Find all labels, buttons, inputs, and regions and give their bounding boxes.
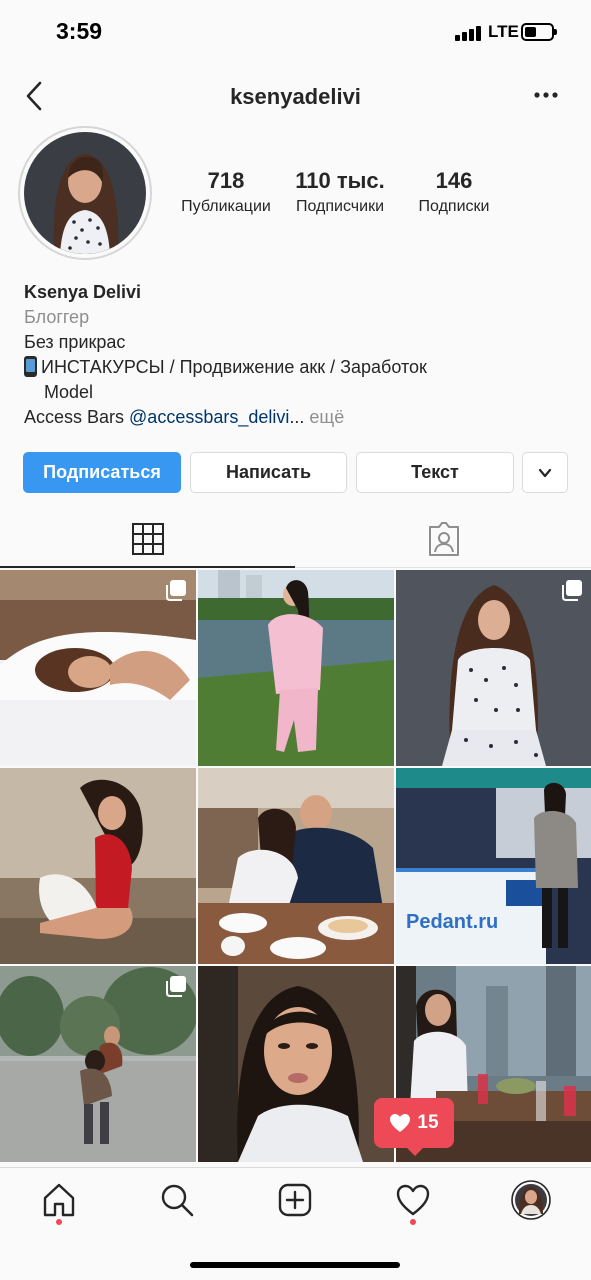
post-thumbnail[interactable] [0, 768, 196, 964]
bio-ellipsis: ... [289, 407, 305, 427]
post-thumbnail[interactable] [0, 570, 196, 766]
battery-icon [521, 23, 557, 41]
activity-notification-dot [410, 1219, 416, 1225]
tagged-person-icon [428, 522, 459, 556]
heart-outline-icon [396, 1184, 430, 1216]
post-thumbnail[interactable] [0, 966, 196, 1162]
bio-more-link[interactable]: ещё [304, 407, 344, 427]
carousel-icon [562, 580, 582, 601]
likes-notification-count: 15 [417, 1112, 439, 1133]
suggestions-dropdown-button[interactable] [522, 452, 568, 493]
post-thumbnail[interactable] [396, 570, 591, 766]
network-type: LTE [488, 22, 519, 41]
home-activity-dot [56, 1219, 62, 1225]
nav-search[interactable] [157, 1180, 197, 1220]
bio-text: Access Bars [24, 407, 130, 427]
more-options-button[interactable] [526, 80, 566, 110]
stat-following[interactable]: 146 Подписки [402, 168, 506, 216]
home-indicator [190, 1262, 400, 1268]
followers-label: Подписчики [295, 198, 384, 215]
profile-tabs [0, 510, 591, 568]
bio-mention-link[interactable]: @accessbars_delivi [129, 407, 289, 427]
profile-username: ksenyadelivi [230, 84, 361, 109]
tab-tagged[interactable] [296, 510, 591, 568]
heart-icon [390, 1114, 411, 1132]
posts-label: Публикации [181, 198, 271, 215]
nav-activity[interactable] [393, 1180, 433, 1220]
likes-notification-badge[interactable]: 15 [374, 1098, 454, 1156]
carousel-icon [166, 580, 186, 601]
posts-count: 718 [207, 168, 245, 193]
grid-icon [131, 523, 164, 555]
followers-count: 110 тыс. [295, 168, 385, 193]
follow-button[interactable]: Подписаться [23, 452, 181, 493]
plus-square-icon [278, 1183, 312, 1217]
active-tab-indicator [0, 566, 295, 568]
chevron-down-icon [538, 468, 552, 477]
mobile-phone-emoji-icon [24, 356, 37, 377]
home-icon [43, 1183, 75, 1217]
post-thumbnail[interactable] [198, 966, 394, 1162]
bio-line: Model [44, 382, 94, 402]
message-button[interactable]: Написать [190, 452, 347, 493]
bio-line: Без прикрас [24, 332, 126, 352]
nav-home[interactable] [39, 1180, 79, 1220]
post-thumbnail[interactable] [198, 570, 394, 766]
bio-line-text: ИНСТАКУРСЫ / Продвижение акк / Заработок [41, 357, 427, 377]
profile-stats: 718 Публикации 110 тыс. Подписчики 146 П… [170, 168, 510, 228]
status-time: 3:59 [56, 18, 103, 44]
bio-line: Access Bars @accessbars_delivi... ещё [24, 405, 574, 430]
post-thumbnail[interactable]: Pedant.ru [396, 768, 591, 964]
stat-followers[interactable]: 110 тыс. Подписчики [285, 168, 395, 216]
posts-grid: Pedant.ru [0, 570, 591, 1167]
post-thumbnail[interactable] [198, 768, 394, 964]
following-count: 146 [435, 168, 473, 193]
cellular-signal-icon [455, 25, 483, 41]
more-horizontal-icon [534, 92, 558, 98]
carousel-icon [166, 976, 186, 997]
profile-avatar-small [511, 1180, 551, 1220]
profile-bio: Ksenya Delivi Блоггер Без прикрас ИНСТАК… [24, 280, 574, 430]
profile-header: ksenyadelivi [0, 64, 591, 128]
profile-avatar[interactable] [24, 132, 146, 254]
tab-grid[interactable] [0, 510, 295, 568]
store-sign-text: Pedant.ru [406, 911, 498, 933]
nav-new-post[interactable] [275, 1180, 315, 1220]
profile-category: Блоггер [24, 307, 90, 327]
stat-posts[interactable]: 718 Публикации [170, 168, 282, 216]
nav-profile[interactable] [511, 1180, 551, 1220]
status-bar: 3:59 LTE [0, 0, 591, 64]
text-button[interactable]: Текст [356, 452, 514, 493]
profile-full-name: Ksenya Delivi [24, 282, 142, 302]
following-label: Подписки [418, 198, 490, 215]
bio-line: ИНСТАКУРСЫ / Продвижение акк / Заработок [24, 355, 574, 380]
search-icon [161, 1184, 194, 1217]
